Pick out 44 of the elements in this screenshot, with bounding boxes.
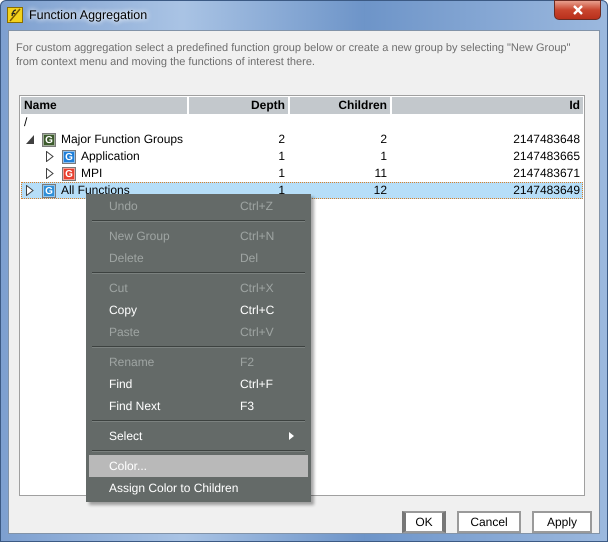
expand-icon[interactable] <box>45 168 55 179</box>
expand-icon[interactable] <box>45 151 55 162</box>
table-cell-text: 1 <box>277 165 286 182</box>
menu-item[interactable]: Copy Ctrl+C <box>89 299 308 321</box>
window-title: Function Aggregation <box>29 8 148 22</box>
dialog-button[interactable]: OK <box>402 511 446 533</box>
submenu-arrow-icon <box>289 432 294 440</box>
description-text: For custom aggregation select a predefined function group below or create a new group by selecting "New Group" from context menu and moving the functions of interest there. <box>15 41 572 69</box>
table-cell-text: 1 <box>277 148 286 165</box>
group-icon: G <box>43 134 55 146</box>
column-header[interactable]: Id <box>392 97 583 114</box>
table-cell-text: 2 <box>379 131 388 148</box>
tree-root[interactable]: / <box>21 114 187 131</box>
tree-row[interactable]: G MPI 1 11 2147483671 <box>21 165 583 182</box>
table-cell-text: 1 <box>379 148 388 165</box>
table-cell-text: 2147483648 <box>512 131 581 148</box>
table-cell-text: 12 <box>372 182 388 199</box>
column-header[interactable]: Children <box>290 97 390 114</box>
menu-item[interactable]: Find Ctrl+F <box>89 373 308 395</box>
column-header[interactable]: Name <box>21 97 187 114</box>
tree-row[interactable]: G Application 1 1 2147483665 <box>21 148 583 165</box>
collapse-icon[interactable] <box>25 134 35 145</box>
dialog-button[interactable]: Cancel <box>457 511 521 533</box>
group-icon: G <box>63 168 75 180</box>
close-button[interactable] <box>554 0 601 20</box>
table-cell-text: 2147483665 <box>512 148 581 165</box>
node-name: MPI <box>81 165 102 182</box>
column-header[interactable]: Depth <box>189 97 288 114</box>
table-cell-text: 2147483671 <box>512 165 581 182</box>
group-icon: G <box>43 184 55 196</box>
dialog-button[interactable]: Apply <box>532 511 592 533</box>
group-icon: G <box>63 150 75 162</box>
tree-row[interactable]: G Major Function Groups 2 2 2147483648 <box>21 131 583 148</box>
expand-icon[interactable] <box>25 185 35 196</box>
menu-item[interactable]: Select <box>89 425 308 447</box>
close-icon <box>572 5 584 15</box>
menu-item[interactable]: Find Next F3 <box>89 395 308 417</box>
app-icon <box>7 6 23 22</box>
menu-item[interactable]: Assign Color to Children <box>89 477 308 499</box>
table-cell-text: 2 <box>277 131 286 148</box>
table-cell-text: 11 <box>374 165 388 182</box>
node-name: Major Function Groups <box>61 131 184 148</box>
node-name: Application <box>81 148 140 165</box>
table-cell-text: 2147483649 <box>512 182 581 199</box>
